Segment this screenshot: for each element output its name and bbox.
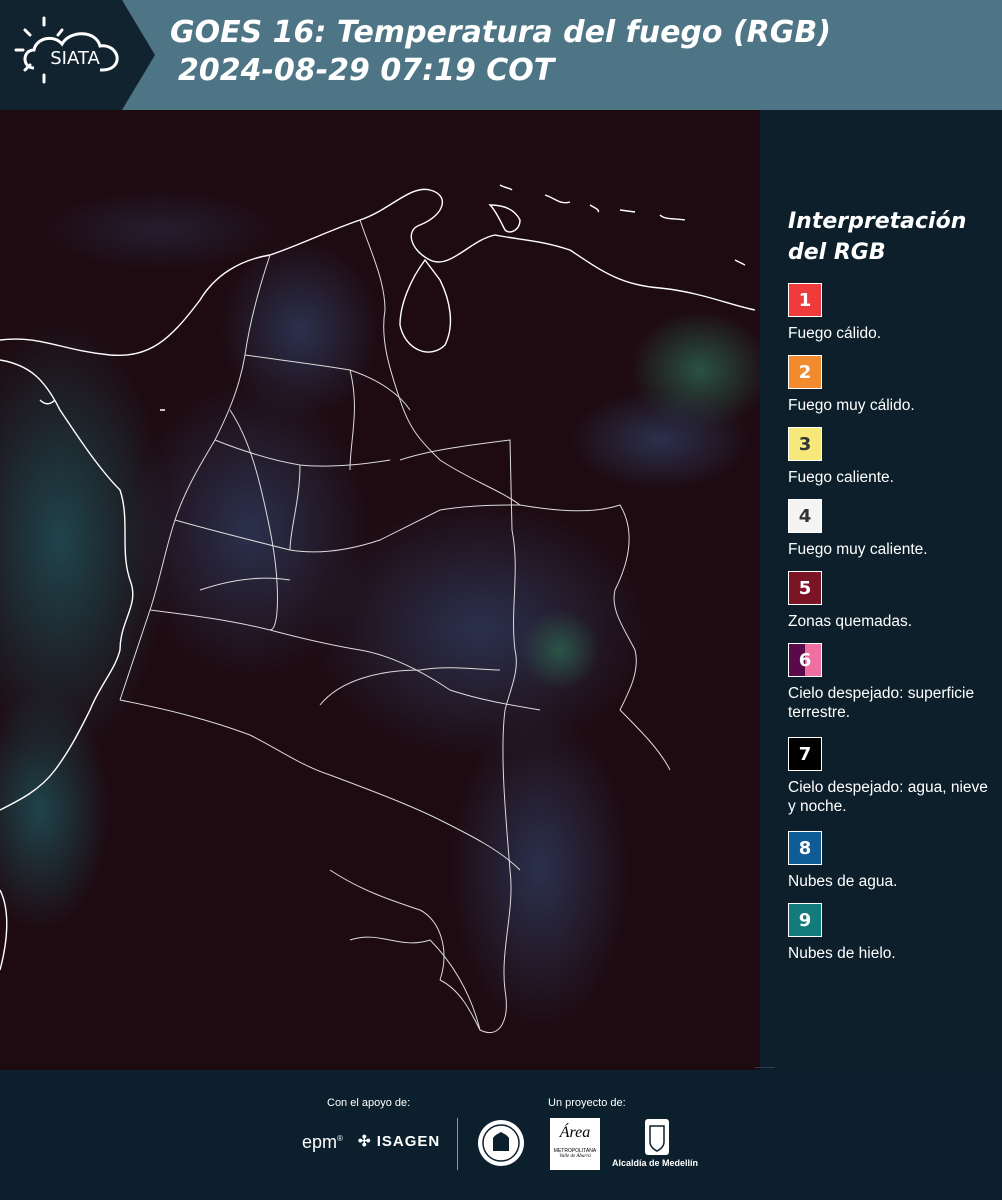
header-bar: SIATA GOES 16: Temperatura del fuego (RG… [0, 0, 1002, 110]
page-title: GOES 16: Temperatura del fuego (RGB) 2024… [170, 14, 831, 90]
alcaldia-shield-icon [644, 1118, 670, 1160]
support-label: Con el apoyo de: [327, 1097, 411, 1109]
project-label: Un proyecto de: [548, 1097, 626, 1109]
legend-label: Nubes de hielo. [788, 945, 896, 962]
university-seal-icon [476, 1118, 526, 1172]
legend-item: 2 Fuego muy cálido. [788, 355, 993, 415]
alcaldia-label: Alcaldía de Medellín [612, 1158, 699, 1168]
legend-label: Cielo despejado: superficie terrestre. [788, 685, 975, 721]
footer-divider-line [755, 1067, 775, 1068]
legend-swatch: 3 [788, 427, 822, 461]
legend-item: 3 Fuego caliente. [788, 427, 993, 487]
area-logo-region: Valle de Aburrá [559, 1154, 591, 1159]
epm-logo: epm® [302, 1132, 343, 1152]
isagen-logo: ✣ ISAGEN [358, 1132, 440, 1150]
footer: Con el apoyo de: Un proyecto de: epm® ✣ … [0, 1067, 1002, 1200]
legend-swatch: 1 [788, 283, 822, 317]
legend-label: Fuego cálido. [788, 325, 882, 342]
legend-label: Zonas quemadas. [788, 613, 913, 630]
legend-swatch: 7 [788, 737, 822, 771]
legend-item: 9 Nubes de hielo. [788, 903, 993, 963]
isagen-logo-text: ISAGEN [376, 1133, 441, 1150]
legend-swatch: 8 [788, 831, 822, 865]
title-line-1: GOES 16: Temperatura del fuego (RGB) [170, 15, 831, 50]
legend-item: 8 Nubes de agua. [788, 831, 993, 891]
siata-logo: SIATA [0, 0, 155, 110]
area-logo-text: Área [559, 1124, 591, 1141]
legend-swatch: 4 [788, 499, 822, 533]
legend-item: 4 Fuego muy caliente. [788, 499, 993, 559]
siata-logo-text: SIATA [50, 48, 100, 69]
legend-item: 5 Zonas quemadas. [788, 571, 993, 631]
legend-swatch: 2 [788, 355, 822, 389]
legend-swatch: 5 [788, 571, 822, 605]
isagen-icon: ✣ [358, 1133, 372, 1150]
legend-title: Interpretación del RGB [788, 209, 967, 265]
legend-item: 1 Fuego cálido. [788, 283, 993, 343]
title-line-2: 2024-08-29 07:19 COT [178, 53, 555, 88]
legend-label: Fuego muy caliente. [788, 541, 928, 558]
epm-logo-text: epm [302, 1132, 338, 1152]
map-canvas [0, 110, 760, 1070]
legend-panel: Interpretación del RGB 1 Fuego cálido. 2 Fu… [760, 110, 1002, 1070]
satellite-map [0, 110, 760, 1070]
footer-divider [457, 1118, 458, 1170]
legend-label: Fuego caliente. [788, 469, 894, 486]
legend-item: 7 Cielo despejado: agua, nieve y noche. [788, 737, 993, 816]
legend-swatch: 6 [788, 643, 822, 677]
area-metropolitana-logo: Área METROPOLITANA Valle de Aburrá [550, 1118, 600, 1170]
legend-item: 6 Cielo despejado: superficie terrestre. [788, 643, 993, 722]
legend-label: Nubes de agua. [788, 873, 898, 890]
legend-label: Cielo despejado: agua, nieve y noche. [788, 779, 988, 815]
legend-swatch: 9 [788, 903, 822, 937]
legend-label: Fuego muy cálido. [788, 397, 915, 414]
